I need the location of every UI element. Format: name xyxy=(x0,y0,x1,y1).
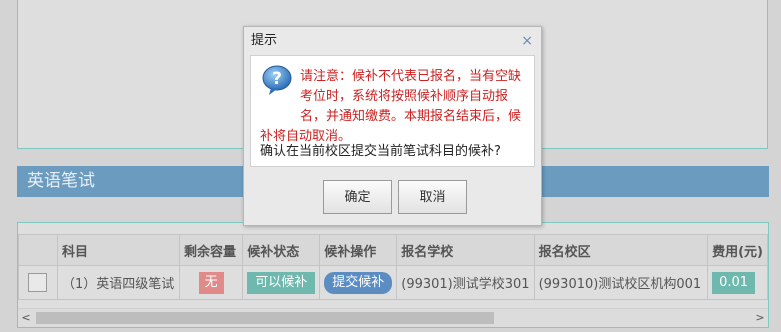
subject-table: 科目 剩余容量 候补状态 候补操作 报名学校 报名校区 费用(元) （1）英语四… xyxy=(18,234,768,300)
table-row: （1）英语四级笔试 无 可以候补 提交候补 (99301)测试学校301 (99… xyxy=(18,265,768,300)
scroll-right-icon[interactable]: > xyxy=(752,309,768,327)
warning-line-1: 请注意：候补不代表已报名，当有空缺 xyxy=(300,69,522,84)
col-status: 候补状态 xyxy=(242,234,321,266)
row-checkbox-cell xyxy=(18,265,58,300)
col-capacity: 剩余容量 xyxy=(179,234,244,266)
warning-text: 请注意：候补不代表已报名，当有空缺 考位时，系统将按照候补顺序自动报 名，并通知… xyxy=(260,67,528,147)
campus-cell: (993010)测试校区机构001 xyxy=(533,265,709,300)
school-cell: (99301)测试学校301 xyxy=(396,265,535,300)
col-subject: 科目 xyxy=(56,234,181,266)
ok-button[interactable]: 确定 xyxy=(323,180,392,214)
warning-line-3: 名，并通知缴费。本期报名结束后，候 xyxy=(300,109,522,124)
close-icon[interactable]: × xyxy=(521,27,533,55)
dialog-title-bar: 提示 × xyxy=(244,27,541,53)
scroll-left-icon[interactable]: < xyxy=(18,309,34,327)
section-title: 英语笔试 xyxy=(27,171,95,191)
status-cell: 可以候补 xyxy=(242,265,321,300)
subject-table-panel: 科目 剩余容量 候补状态 候补操作 报名学校 报名校区 费用(元) （1）英语四… xyxy=(17,222,769,328)
subject-cell: （1）英语四级笔试 xyxy=(56,265,181,300)
fee-badge: 0.01 xyxy=(712,271,756,294)
col-school: 报名学校 xyxy=(396,234,535,266)
capacity-cell: 无 xyxy=(179,265,244,300)
dialog-body: ? 请注意：候补不代表已报名，当有空缺 考位时，系统将按照候补顺序自动报 名，并… xyxy=(250,55,535,167)
col-action: 候补操作 xyxy=(319,234,398,266)
col-fee: 费用(元) xyxy=(707,234,768,266)
warning-line-2: 考位时，系统将按照候补顺序自动报 xyxy=(300,89,509,104)
scrollbar-thumb[interactable] xyxy=(36,312,494,324)
row-checkbox[interactable] xyxy=(28,273,48,292)
dialog-footer: 确定 取消 xyxy=(250,167,535,221)
dialog-title: 提示 xyxy=(251,33,278,48)
confirm-dialog: 提示 × ? 请注意：候补不代表已报名，当有空缺 考位时，系统将按照候补顺序自动… xyxy=(243,26,542,226)
cancel-button[interactable]: 取消 xyxy=(398,180,467,214)
fee-cell: 0.01 xyxy=(707,265,768,300)
capacity-badge: 无 xyxy=(198,271,224,294)
status-badge: 可以候补 xyxy=(247,271,316,294)
horizontal-scrollbar[interactable]: < > xyxy=(18,308,768,327)
col-campus: 报名校区 xyxy=(533,234,709,266)
col-select xyxy=(18,234,58,266)
table-header-row: 科目 剩余容量 候补状态 候补操作 报名学校 报名校区 费用(元) xyxy=(18,234,768,266)
confirm-question: 确认在当前校区提交当前笔试科目的候补? xyxy=(260,144,501,159)
submit-waitlist-button[interactable]: 提交候补 xyxy=(324,271,393,294)
action-cell: 提交候补 xyxy=(319,265,398,300)
